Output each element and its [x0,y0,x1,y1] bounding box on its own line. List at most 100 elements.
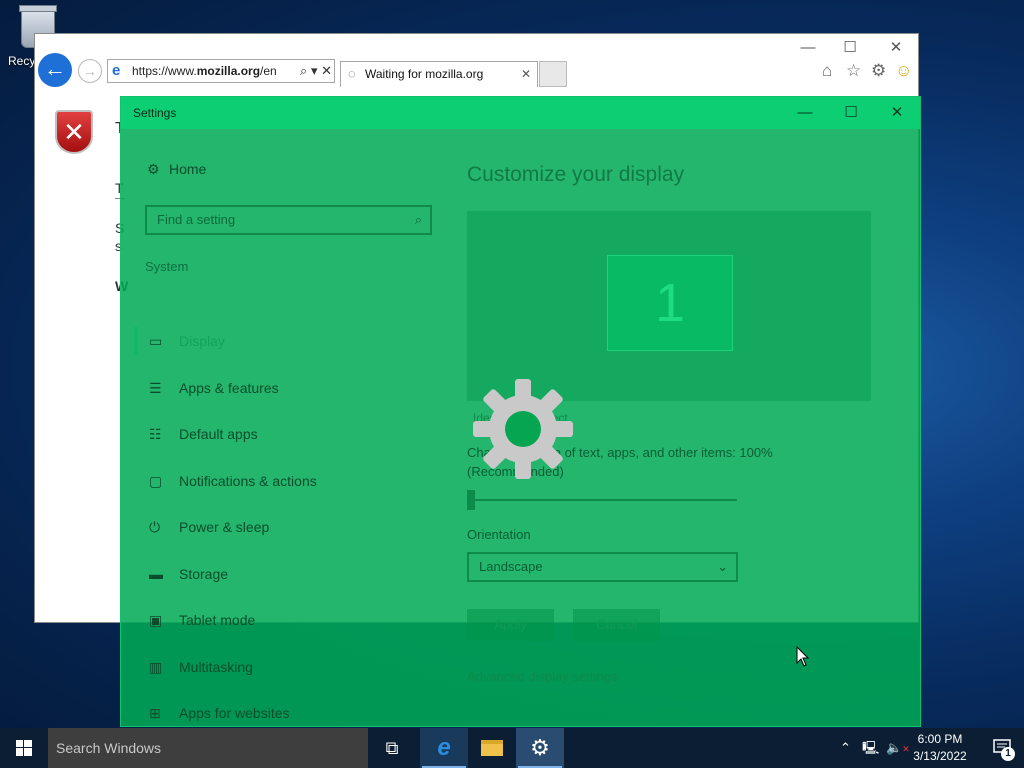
scale-slider-track[interactable] [467,499,737,501]
section-label: System [145,259,189,274]
storage-icon: ▬ [149,565,163,582]
address-suffix: /en [260,64,277,78]
scale-slider-thumb[interactable] [467,490,475,510]
taskbar-ie-button[interactable]: e [420,728,468,768]
address-domain: mozilla.org [196,64,261,78]
monitor-tile[interactable]: 1 [607,255,733,351]
stop-icon[interactable]: ✕ [321,63,332,78]
websites-icon: ⊞ [149,705,161,721]
loading-spinner-icon: ◌ [348,66,356,81]
nav-item-display[interactable]: ▭ Display [121,327,451,376]
nav-item-apps-features[interactable]: ☰ Apps & features [121,376,451,423]
address-tools: ⌕ ▾ ✕ [296,60,332,82]
find-setting-input[interactable]: Find a setting ⌕ [145,205,432,235]
network-icon[interactable]: 🖳 [862,728,879,768]
tray-overflow-chevron-icon[interactable]: ⌃ [840,728,851,768]
action-center-icon [993,739,1015,761]
forward-button[interactable]: → [78,59,102,83]
security-error-shield-icon: ✕ [55,110,93,154]
taskbar-clock[interactable]: 6:00 PM 3/13/2022 [906,731,974,765]
nav-item-label: Display [179,333,225,349]
nav-item-label: Tablet mode [179,612,256,628]
nav-item-default-apps[interactable]: ☷ Default apps [121,422,451,469]
tab-title: Waiting for mozilla.org [365,67,484,81]
task-view-button[interactable]: ⧉ [368,728,416,768]
power-icon: ⏻ [149,519,161,535]
tools-gear-icon[interactable]: ⚙ [871,62,886,80]
taskbar-file-explorer-button[interactable] [468,728,516,768]
settings-close-button[interactable]: ✕ [874,97,920,129]
search-icon[interactable]: ⌕ [300,63,307,78]
nav-item-label: Notifications & actions [179,472,317,489]
nav-item-label: Power & sleep [179,519,270,535]
action-center-button[interactable]: 1 [982,728,1024,768]
forward-arrow-icon: → [83,63,97,79]
loading-gear-icon [473,379,573,479]
orientation-value: Landscape [479,559,543,574]
taskbar-settings-button[interactable]: ⚙ [516,728,564,768]
notifications-icon: ▢ [149,472,163,489]
apply-button[interactable]: Apply [467,609,554,641]
ie-minimize-button[interactable]: — [797,40,819,56]
internet-explorer-icon: e [437,734,451,761]
default-apps-icon: ☷ [149,426,162,442]
windows-logo-icon [16,740,32,756]
nav-item-notifications[interactable]: ▢ Notifications & actions [121,469,451,516]
settings-minimize-button[interactable]: — [782,97,828,129]
nav-item-label: Apps & features [179,379,279,396]
smiley-feedback-icon[interactable]: ☺ [895,62,912,80]
back-arrow-icon: ← [44,56,66,81]
orientation-select[interactable]: Landscape ⌄ [467,552,738,582]
find-setting-placeholder: Find a setting [157,212,236,227]
file-explorer-folder-icon [481,739,503,756]
settings-gear-icon: ⚙ [530,735,550,760]
new-tab-button[interactable] [539,61,567,87]
taskbar-search-placeholder: Search Windows [56,740,162,756]
clock-date: 3/13/2022 [913,749,967,763]
settings-title: Settings [133,106,177,120]
ie-page-icon: e [112,62,121,79]
ie-titlebar: — ☐ ✕ ← → e https://www.mozilla.org/en ⌕… [35,34,918,96]
nav-item-tablet-mode[interactable]: ▣ Tablet mode [121,608,451,655]
nav-item-multitasking[interactable]: ▥ Multitasking [121,655,451,702]
cancel-button[interactable]: Cancel [573,609,660,641]
home-gear-icon: ⚙ [147,161,160,177]
home-label: Home [169,161,207,177]
address-bar[interactable]: e https://www.mozilla.org/en ⌕ ▾ ✕ [107,59,335,83]
settings-sidebar: ⚙ Home Find a setting ⌕ System ▭ Display … [121,129,451,726]
ie-close-button[interactable]: ✕ [885,40,907,56]
search-icon: ⌕ [414,212,422,227]
back-button[interactable]: ← [38,53,72,87]
nav-item-power-sleep[interactable]: ⏻ Power & sleep [121,515,451,562]
settings-nav-list: ▭ Display ☰ Apps & features ☷ Default ap… [121,327,451,748]
nav-item-label: Default apps [179,426,258,442]
notification-count-badge: 1 [1005,748,1011,759]
home-icon[interactable]: ⌂ [822,62,832,80]
nav-item-label: Storage [179,565,229,582]
dropdown-icon[interactable]: ▾ [311,63,318,78]
display-preview: 1 [467,211,871,401]
taskbar: Search Windows ⧉ e ⚙ ⌃ 🖳 🔈✕ 6:00 PM 3/13… [0,728,1024,768]
multitasking-icon: ▥ [149,658,163,675]
taskbar-search-box[interactable]: Search Windows [48,728,368,768]
chevron-down-icon: ⌄ [717,559,728,574]
display-icon: ▭ [149,333,163,349]
clock-time: 6:00 PM [917,732,963,746]
home-nav-item[interactable]: ⚙ Home [147,161,206,178]
nav-item-label: Multitasking [179,658,253,675]
page-title: Customize your display [467,163,685,186]
settings-titlebar: Settings — ☐ ✕ [121,97,920,129]
start-button[interactable] [0,728,48,768]
apps-icon: ☰ [149,379,162,396]
task-view-icon: ⧉ [385,738,399,758]
browser-tab[interactable]: ◌ Waiting for mozilla.org ✕ [340,61,538,87]
nav-item-storage[interactable]: ▬ Storage [121,562,451,609]
tab-close-icon[interactable]: ✕ [521,62,531,86]
settings-maximize-button[interactable]: ☐ [828,97,874,129]
mouse-cursor-icon [796,646,810,667]
settings-window: Settings — ☐ ✕ ⚙ Home Find a setting ⌕ Sy… [120,96,921,727]
favorites-star-icon[interactable]: ☆ [846,62,861,80]
address-prefix: https://www. [132,64,197,78]
advanced-display-settings-link[interactable]: Advanced display settings [467,669,617,684]
ie-maximize-button[interactable]: ☐ [839,40,861,56]
